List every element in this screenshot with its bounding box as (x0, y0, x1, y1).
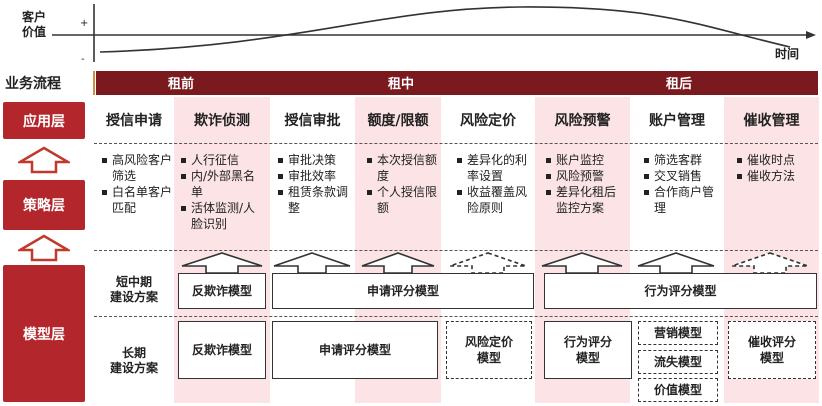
long-application-score-model: 申请评分模型 (272, 321, 438, 379)
long-risk-pricing-model: 风险定价 模型 (446, 321, 532, 379)
short-behavior-score-model: 行为评分模型 (544, 273, 817, 309)
long-behavior-score-model: 行为评分 模型 (544, 321, 632, 379)
long-fraud-model: 反欺诈模型 (178, 321, 266, 379)
long-value-model: 价值模型 (638, 378, 718, 402)
long-collection-score-model: 催收评分 模型 (728, 321, 816, 379)
short-application-score-model: 申请评分模型 (272, 273, 534, 309)
long-marketing-model: 营销模型 (638, 321, 718, 345)
short-fraud-model: 反欺诈模型 (178, 273, 266, 309)
long-churn-model: 流失模型 (638, 350, 718, 374)
